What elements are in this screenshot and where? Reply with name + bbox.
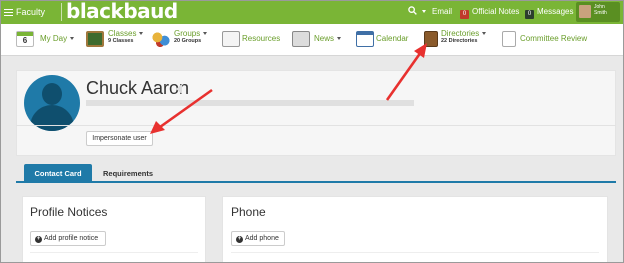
email-link[interactable]: Email (432, 0, 452, 24)
user-menu-button[interactable]: John Smith (576, 2, 620, 22)
groups-icon (152, 31, 170, 47)
messages-link[interactable]: 0 Messages (525, 0, 573, 24)
calendar-day-icon: 6 (16, 31, 34, 47)
main-nav: 6 My Day Classes 9 Classes Groups 20 Gro… (0, 24, 624, 56)
profile-divider (16, 125, 616, 126)
profile-detail-placeholder (86, 100, 414, 106)
chevron-down-icon (203, 32, 208, 35)
nav-news[interactable]: News (292, 24, 348, 56)
nav-groups-count: 20 Groups (174, 38, 202, 44)
committee-review-icon (502, 31, 516, 47)
tab-requirements[interactable]: Requirements (94, 164, 162, 183)
nav-resources-label: Resources (242, 34, 281, 43)
impersonate-user-button[interactable]: Impersonate user (86, 131, 153, 146)
faculty-menu-button[interactable]: Faculty (4, 0, 45, 24)
add-phone-label: Add phone (245, 235, 279, 242)
avatar (579, 5, 591, 18)
search-button[interactable] (408, 0, 427, 24)
chevron-down-icon (337, 37, 342, 40)
add-profile-notice-label: Add profile notice (44, 235, 99, 242)
chalkboard-icon (86, 31, 104, 47)
panel-divider (231, 252, 599, 253)
messages-count: 0 (525, 10, 534, 19)
hamburger-icon (4, 9, 13, 16)
official-notes-count: 0 (460, 10, 469, 19)
top-bar: Faculty blackbaud Email 0 Official Notes … (0, 0, 624, 24)
edit-arrow-icon (176, 84, 182, 94)
calendar-icon (356, 31, 374, 47)
chevron-down-icon (70, 37, 75, 40)
plus-icon: + (236, 236, 243, 243)
panel-divider (30, 252, 198, 253)
nav-classes[interactable]: Classes 9 Classes (86, 24, 146, 56)
chevron-down-icon (422, 10, 427, 13)
nav-resources[interactable]: Resources (222, 24, 284, 56)
nav-directories-label: Directories (441, 29, 487, 38)
topbar-divider (61, 3, 62, 21)
nav-committee-review-label: Committee Review (520, 34, 588, 43)
brand-logo[interactable]: blackbaud (66, 0, 178, 24)
nav-classes-count: 9 Classes (108, 38, 134, 44)
newspaper-icon (292, 31, 310, 47)
nav-directories[interactable]: Directories 22 Directories (424, 24, 494, 56)
plus-icon: + (35, 236, 42, 243)
official-notes-label: Official Notes (472, 7, 520, 16)
profile-avatar (24, 75, 80, 131)
nav-calendar-label: Calendar (376, 34, 409, 43)
tab-contact-card[interactable]: Contact Card (24, 164, 92, 183)
nav-calendar[interactable]: Calendar (356, 24, 412, 56)
nav-groups-label: Groups (174, 29, 208, 38)
add-phone-button[interactable]: + Add phone (231, 231, 285, 246)
user-last-name: Smith (594, 10, 607, 16)
directory-icon (424, 31, 438, 47)
faculty-label: Faculty (16, 7, 46, 17)
my-day-date: 6 (22, 36, 28, 45)
search-icon (408, 6, 417, 15)
official-notes-link[interactable]: 0 Official Notes (460, 0, 519, 24)
nav-groups[interactable]: Groups 20 Groups (152, 24, 214, 56)
user-name: John Smith (594, 4, 607, 16)
nav-committee-review[interactable]: Committee Review (502, 24, 594, 56)
phone-title: Phone (231, 205, 266, 219)
add-profile-notice-button[interactable]: + Add profile notice (30, 231, 106, 246)
chevron-down-icon (139, 32, 144, 35)
nav-my-day[interactable]: 6 My Day (16, 24, 78, 56)
nav-my-day-label: My Day (40, 34, 75, 43)
profile-name: Chuck Aaron (86, 78, 190, 98)
nav-classes-label: Classes (108, 29, 144, 38)
nav-news-label: News (314, 34, 342, 43)
resources-icon (222, 31, 240, 47)
profile-notices-title: Profile Notices (30, 205, 108, 219)
chevron-down-icon (482, 32, 487, 35)
messages-label: Messages (537, 7, 574, 16)
nav-directories-count: 22 Directories (441, 38, 478, 44)
